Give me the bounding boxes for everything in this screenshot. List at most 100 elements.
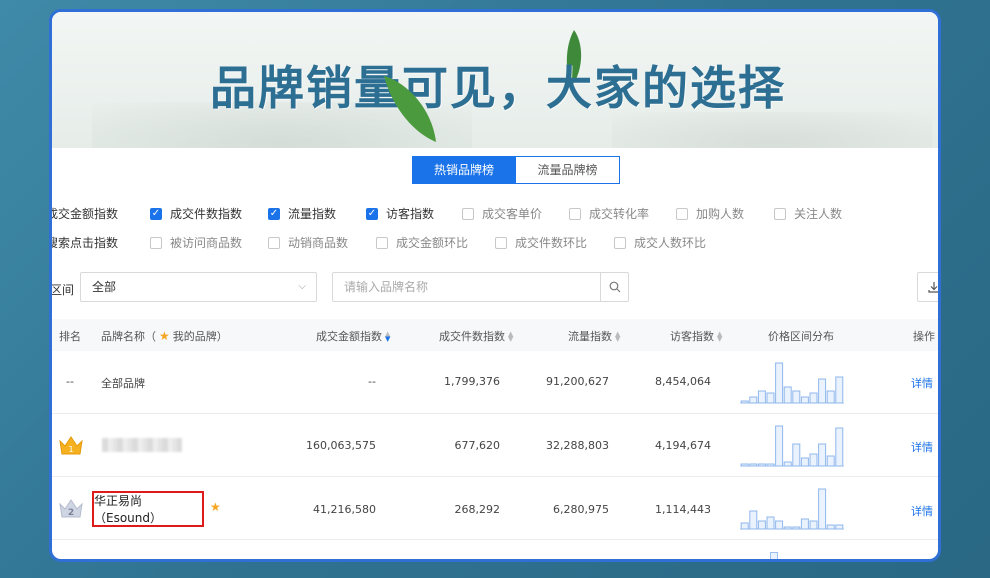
sort-icon[interactable]: ▲ ▼ bbox=[508, 331, 513, 343]
filter-search-click[interactable]: 搜索点击指数 bbox=[52, 234, 150, 251]
checkbox-checked-icon[interactable]: ✓ bbox=[366, 207, 378, 220]
filter-traffic-index[interactable]: ✓ 流量指数 bbox=[268, 205, 366, 222]
traffic-index-cell: 32,288,803 bbox=[546, 439, 609, 452]
visitor-index-cell: 8,454,064 bbox=[655, 375, 711, 388]
count-index-cell: 677,620 bbox=[454, 439, 501, 452]
filter-followers[interactable]: 关注人数 bbox=[774, 205, 864, 222]
details-link[interactable]: 详情 bbox=[911, 439, 933, 455]
star-icon: ★ bbox=[210, 500, 221, 514]
svg-text:2: 2 bbox=[68, 508, 74, 518]
price-distribution-chart bbox=[740, 362, 844, 404]
histogram-bar bbox=[818, 378, 827, 404]
checkbox-checked-icon[interactable]: ✓ bbox=[268, 207, 280, 220]
histogram-bar bbox=[809, 453, 818, 467]
histogram-bar bbox=[766, 463, 775, 467]
histogram-bar bbox=[800, 457, 809, 467]
checkbox-icon[interactable] bbox=[268, 236, 280, 249]
price-distribution-chart bbox=[740, 425, 844, 467]
histogram-bar bbox=[818, 488, 827, 530]
filter-count-index[interactable]: ✓ 成交件数指数 bbox=[150, 205, 268, 222]
details-link[interactable]: 详情 bbox=[911, 375, 933, 391]
amount-index-cell: 160,063,575 bbox=[306, 439, 376, 452]
my-brand-highlight: 华正易尚（Esound） bbox=[92, 491, 204, 527]
price-distribution-chart bbox=[740, 488, 844, 530]
histogram-bar bbox=[826, 524, 835, 530]
checkbox-icon[interactable] bbox=[150, 236, 162, 249]
sort-icon[interactable]: ▲ ▼ bbox=[385, 331, 390, 343]
count-index-cell: 1,799,376 bbox=[444, 375, 500, 388]
filter-cart-users[interactable]: 加购人数 bbox=[676, 205, 774, 222]
header-action: 操作 bbox=[913, 330, 935, 343]
histogram-bar bbox=[792, 443, 801, 467]
filter-buyers-mom[interactable]: 成交人数环比 bbox=[614, 234, 714, 251]
rank-cell: -- bbox=[66, 375, 74, 388]
banner-title: 品牌销量可见，大家的选择 bbox=[210, 61, 786, 115]
filter-avg-price[interactable]: 成交客单价 bbox=[462, 205, 569, 222]
histogram-bar bbox=[809, 392, 818, 404]
checkbox-checked-icon[interactable]: ✓ bbox=[150, 207, 162, 220]
histogram-bar bbox=[826, 455, 835, 467]
histogram-bar bbox=[835, 427, 844, 467]
histogram-bar bbox=[740, 463, 749, 467]
histogram-bar bbox=[775, 520, 784, 530]
filter-amount-index[interactable]: 成交金额指数 bbox=[52, 205, 150, 222]
histogram-bar bbox=[775, 362, 784, 404]
filter-selling-items[interactable]: 动销商品数 bbox=[268, 234, 376, 251]
star-icon: ★ bbox=[159, 329, 170, 343]
traffic-index-cell: 6,280,975 bbox=[553, 503, 609, 516]
brand-name: 华正易尚（Esound） bbox=[94, 494, 163, 525]
header-count-index[interactable]: 成交件数指数 ▲ ▼ bbox=[439, 328, 513, 344]
leaf-icon bbox=[384, 76, 436, 142]
filter-count-mom[interactable]: 成交件数环比 bbox=[495, 234, 614, 251]
checkbox-icon[interactable] bbox=[495, 236, 507, 249]
checkbox-icon[interactable] bbox=[569, 207, 581, 220]
tab-hot-brands[interactable]: 热销品牌榜 bbox=[412, 156, 516, 184]
price-distribution-bar bbox=[770, 552, 778, 559]
histogram-bar bbox=[775, 425, 784, 467]
brand-search bbox=[332, 272, 629, 302]
sort-icon[interactable]: ▲ ▼ bbox=[615, 331, 620, 343]
filter-visited-items[interactable]: 被访问商品数 bbox=[150, 234, 268, 251]
hero-banner: 品牌销量可见，大家的选择 bbox=[52, 12, 938, 148]
amount-index-cell: -- bbox=[368, 375, 376, 388]
filter-row-2: 搜索点击指数 被访问商品数 动销商品数 成交金额环比 成交件数环比 成交人数环比 bbox=[52, 234, 714, 251]
histogram-bar bbox=[749, 463, 758, 467]
histogram-bar bbox=[757, 463, 766, 467]
table-row bbox=[52, 540, 938, 559]
header-brand: 品牌名称（ ★ 我的品牌） bbox=[101, 329, 228, 343]
histogram-bar bbox=[792, 526, 801, 530]
brand-search-input[interactable] bbox=[333, 273, 599, 301]
ranking-tabs: 热销品牌榜 流量品牌榜 bbox=[412, 156, 620, 184]
histogram-bar bbox=[792, 390, 801, 404]
search-button[interactable] bbox=[600, 273, 628, 301]
search-icon bbox=[609, 281, 620, 293]
crown-gold-icon: 1 bbox=[59, 436, 83, 455]
checkbox-icon[interactable] bbox=[676, 207, 688, 220]
tab-traffic-brands[interactable]: 流量品牌榜 bbox=[516, 156, 620, 184]
brand-name: 全部品牌 bbox=[101, 377, 145, 390]
range-label: 区间 bbox=[50, 283, 75, 297]
amount-index-cell: 41,216,580 bbox=[313, 503, 376, 516]
range-select[interactable]: 全部 ⌵ bbox=[80, 272, 317, 302]
histogram-bar bbox=[783, 386, 792, 404]
filter-visitor-index[interactable]: ✓ 访客指数 bbox=[366, 205, 462, 222]
header-traffic-index[interactable]: 流量指数 ▲ ▼ bbox=[568, 328, 620, 344]
details-link[interactable]: 详情 bbox=[911, 503, 933, 519]
table-row: 1 160,063,575 677,620 32,288,803 4,194,6… bbox=[52, 414, 938, 477]
filter-amount-mom[interactable]: 成交金额环比 bbox=[376, 234, 495, 251]
sort-icon[interactable]: ▲ ▼ bbox=[717, 331, 722, 343]
checkbox-icon[interactable] bbox=[614, 236, 626, 249]
header-rank: 排名 bbox=[59, 330, 81, 343]
histogram-bar bbox=[800, 396, 809, 404]
header-amount-index[interactable]: 成交金额指数 ▲ ▼ bbox=[316, 328, 390, 344]
checkbox-icon[interactable] bbox=[774, 207, 786, 220]
filter-conversion-rate[interactable]: 成交转化率 bbox=[569, 205, 676, 222]
histogram-bar bbox=[783, 461, 792, 467]
checkbox-icon[interactable] bbox=[376, 236, 388, 249]
header-visitor-index[interactable]: 访客指数 ▲ ▼ bbox=[670, 328, 722, 344]
histogram-bar bbox=[800, 518, 809, 530]
visitor-index-cell: 4,194,674 bbox=[655, 439, 711, 452]
download-button[interactable] bbox=[917, 272, 938, 302]
histogram-bar bbox=[740, 522, 749, 530]
checkbox-icon[interactable] bbox=[462, 207, 474, 220]
